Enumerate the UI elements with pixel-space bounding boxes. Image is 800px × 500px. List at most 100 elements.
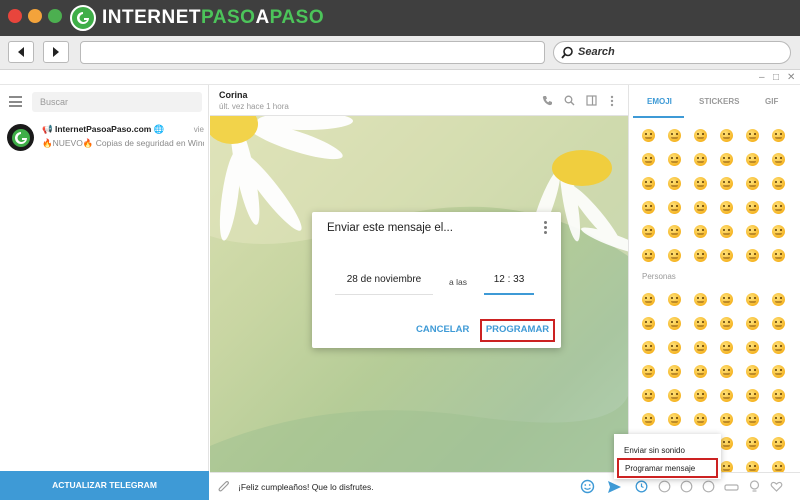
- chat-list-item[interactable]: 📢 InternetPasoaPaso.com 🌐 vie 🔥NUEVO🔥 Co…: [0, 121, 209, 161]
- emoji-item[interactable]: [668, 225, 681, 238]
- emoji-item[interactable]: [720, 437, 733, 450]
- emoji-item[interactable]: [772, 293, 785, 306]
- emoji-item[interactable]: [746, 365, 759, 378]
- emoji-item[interactable]: [694, 317, 707, 330]
- emoji-item[interactable]: [746, 153, 759, 166]
- emoji-item[interactable]: [642, 225, 655, 238]
- emoji-item[interactable]: [642, 249, 655, 262]
- emoji-item[interactable]: [694, 389, 707, 402]
- emoji-item[interactable]: [642, 317, 655, 330]
- emoji-item[interactable]: [642, 293, 655, 306]
- time-field[interactable]: 12 : 33: [484, 271, 534, 295]
- tg-maximize-icon[interactable]: □: [773, 71, 779, 84]
- emoji-item[interactable]: [772, 317, 785, 330]
- emoji-item[interactable]: [746, 437, 759, 450]
- tg-minimize-icon[interactable]: –: [759, 71, 765, 84]
- emoji-item[interactable]: [772, 129, 785, 142]
- cancel-button[interactable]: CANCELAR: [416, 324, 469, 335]
- emoji-item[interactable]: [720, 317, 733, 330]
- emoji-item[interactable]: [642, 413, 655, 426]
- address-bar[interactable]: [80, 41, 545, 64]
- emoji-item[interactable]: [720, 413, 733, 426]
- emoji-item[interactable]: [694, 249, 707, 262]
- emoji-item[interactable]: [668, 341, 681, 354]
- emoji-item[interactable]: [694, 293, 707, 306]
- emoji-item[interactable]: [772, 437, 785, 450]
- phone-icon[interactable]: [542, 95, 553, 106]
- emoji-item[interactable]: [746, 389, 759, 402]
- emoji-item[interactable]: [694, 201, 707, 214]
- emoji-item[interactable]: [668, 365, 681, 378]
- activity-ball-icon[interactable]: [702, 480, 715, 493]
- emoji-item[interactable]: [694, 225, 707, 238]
- sidebar-toggle-icon[interactable]: [586, 95, 597, 106]
- emoji-item[interactable]: [720, 341, 733, 354]
- emoji-item[interactable]: [746, 341, 759, 354]
- tab-emoji[interactable]: EMOJI: [647, 97, 672, 106]
- emoji-item[interactable]: [668, 129, 681, 142]
- emoji-item[interactable]: [694, 365, 707, 378]
- emoji-item[interactable]: [668, 153, 681, 166]
- emoji-item[interactable]: [746, 129, 759, 142]
- maximize-window-button[interactable]: [48, 9, 62, 23]
- emoji-item[interactable]: [720, 153, 733, 166]
- emoji-item[interactable]: [746, 249, 759, 262]
- emoji-item[interactable]: [642, 201, 655, 214]
- emoji-item[interactable]: [772, 249, 785, 262]
- more-vertical-icon[interactable]: [610, 95, 614, 107]
- close-window-button[interactable]: [8, 9, 22, 23]
- people-smile-icon[interactable]: [658, 480, 671, 493]
- emoji-smile-icon[interactable]: [580, 479, 595, 494]
- emoji-item[interactable]: [694, 153, 707, 166]
- emoji-item[interactable]: [720, 293, 733, 306]
- emoji-item[interactable]: [642, 341, 655, 354]
- tab-gif[interactable]: GIF: [765, 97, 778, 106]
- recent-clock-icon[interactable]: [635, 480, 648, 493]
- emoji-item[interactable]: [642, 365, 655, 378]
- emoji-item[interactable]: [772, 225, 785, 238]
- emoji-item[interactable]: [772, 413, 785, 426]
- browser-search-input[interactable]: Search: [553, 41, 791, 64]
- search-icon[interactable]: [564, 95, 575, 106]
- emoji-item[interactable]: [668, 177, 681, 190]
- menu-item-schedule-message[interactable]: Programar mensaje: [617, 458, 718, 478]
- emoji-item[interactable]: [694, 413, 707, 426]
- hamburger-menu-icon[interactable]: [9, 96, 22, 107]
- emoji-item[interactable]: [668, 317, 681, 330]
- emoji-item[interactable]: [746, 225, 759, 238]
- emoji-item[interactable]: [720, 177, 733, 190]
- emoji-item[interactable]: [642, 153, 655, 166]
- chat-search-input[interactable]: Buscar: [32, 92, 202, 112]
- tg-close-icon[interactable]: ✕: [787, 71, 795, 84]
- emoji-item[interactable]: [694, 129, 707, 142]
- emoji-item[interactable]: [720, 249, 733, 262]
- emoji-item[interactable]: [642, 177, 655, 190]
- message-input[interactable]: ¡Feliz cumpleaños! Que lo disfrutes.: [238, 482, 374, 492]
- send-icon[interactable]: [607, 480, 622, 494]
- more-vertical-icon[interactable]: [544, 221, 547, 236]
- emoji-item[interactable]: [668, 413, 681, 426]
- emoji-item[interactable]: [642, 129, 655, 142]
- emoji-item[interactable]: [720, 365, 733, 378]
- emoji-item[interactable]: [668, 389, 681, 402]
- emoji-item[interactable]: [772, 201, 785, 214]
- car-icon[interactable]: [724, 480, 739, 493]
- nature-icon[interactable]: [680, 480, 693, 493]
- emoji-item[interactable]: [668, 249, 681, 262]
- back-button[interactable]: [8, 41, 34, 63]
- emoji-item[interactable]: [746, 413, 759, 426]
- tab-stickers[interactable]: STICKERS: [699, 97, 739, 106]
- minimize-window-button[interactable]: [28, 9, 42, 23]
- emoji-item[interactable]: [668, 293, 681, 306]
- emoji-item[interactable]: [694, 177, 707, 190]
- schedule-button[interactable]: PROGRAMAR: [480, 319, 555, 342]
- heart-outline-icon[interactable]: [770, 480, 783, 493]
- emoji-item[interactable]: [772, 365, 785, 378]
- emoji-item[interactable]: [720, 225, 733, 238]
- update-telegram-button[interactable]: ACTUALIZAR TELEGRAM: [0, 471, 209, 500]
- emoji-item[interactable]: [720, 389, 733, 402]
- emoji-item[interactable]: [720, 129, 733, 142]
- forward-button[interactable]: [43, 41, 69, 63]
- emoji-item[interactable]: [746, 201, 759, 214]
- emoji-item[interactable]: [772, 153, 785, 166]
